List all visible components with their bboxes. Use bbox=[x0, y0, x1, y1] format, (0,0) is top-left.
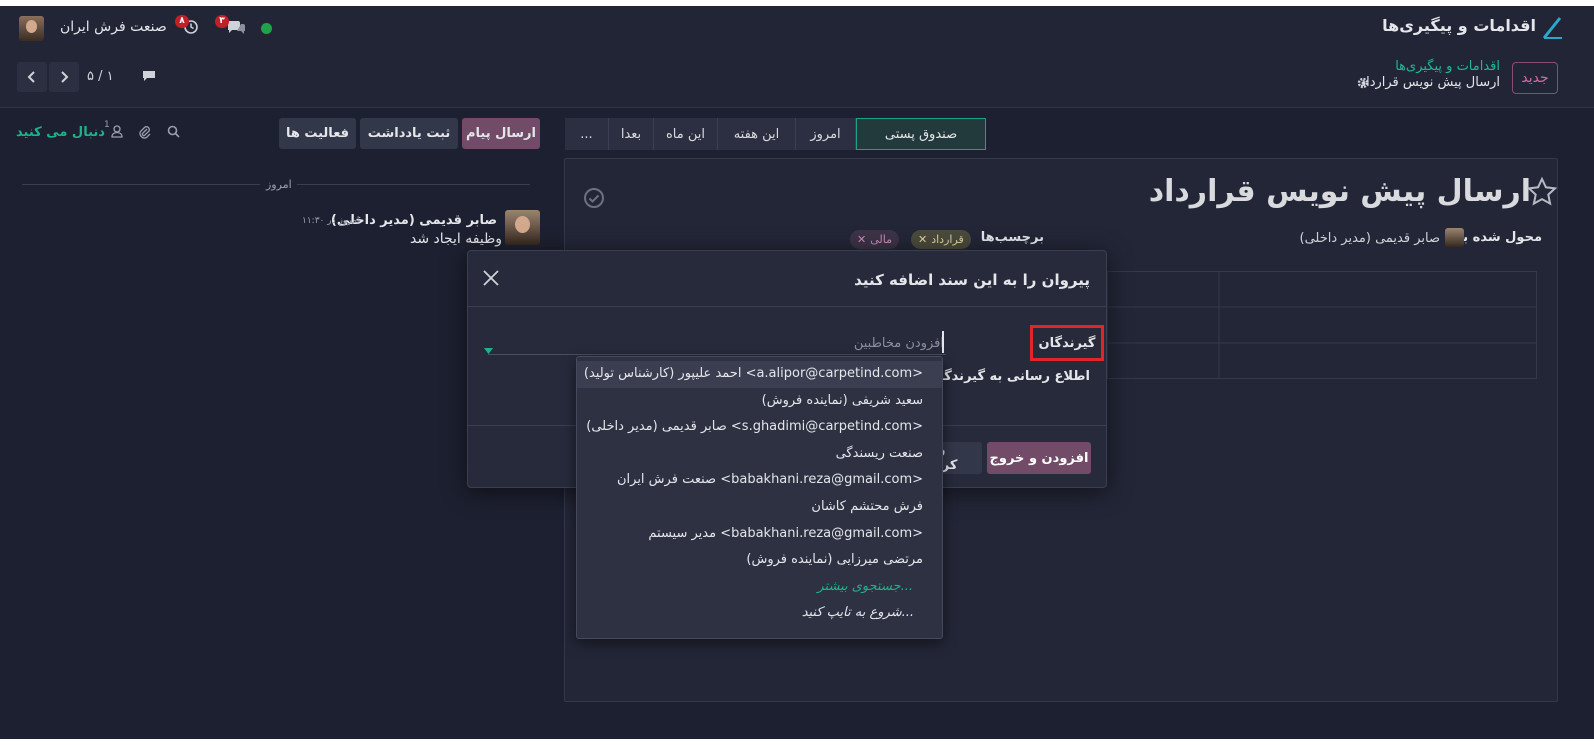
activity-badge: ۸ bbox=[175, 15, 189, 28]
assigned-user-avatar bbox=[1445, 228, 1464, 247]
close-icon[interactable] bbox=[482, 269, 500, 291]
control-panel: ۵ / ۱ جدید اقدامات و پیگیری‌ها ارسال پیش… bbox=[0, 52, 1594, 108]
dropdown-option[interactable]: احمد علیپور (کارشناس تولید) <a.alipor@ca… bbox=[577, 361, 942, 388]
breadcrumb-parent-link[interactable]: اقدامات و پیگیری‌ها bbox=[1395, 59, 1500, 74]
tag-remove-icon[interactable]: ✕ bbox=[857, 233, 866, 246]
new-button[interactable]: جدید bbox=[1512, 62, 1558, 94]
breadcrumb-current: ارسال پیش نویس قرارداد bbox=[1360, 75, 1500, 90]
dropdown-option[interactable]: صنعت ریسندگی bbox=[577, 441, 942, 468]
dropdown-option[interactable]: صابر قدیمی (مدیر داخلی) <s.ghadimi@carpe… bbox=[577, 414, 942, 441]
stage-statusbar: ... بعدا این ماه این هفته امروز صندوق پس… bbox=[565, 118, 986, 150]
dropdown-option[interactable]: مرتضی میرزایی (نماینده فروش) bbox=[577, 547, 942, 574]
app-window: صنعت فرش ایران ۸ ۳ اقدامات و پیگیری‌ها ۵… bbox=[0, 6, 1594, 739]
send-message-button[interactable]: ارسال پیام bbox=[462, 118, 540, 149]
search-icon[interactable] bbox=[167, 125, 180, 142]
assigned-to-value[interactable]: صابر قدیمی (مدیر داخلی) bbox=[1300, 231, 1441, 246]
text-cursor bbox=[942, 331, 944, 353]
online-status-dot bbox=[261, 23, 272, 34]
activities-button[interactable]: فعالیت ها bbox=[279, 118, 356, 149]
log-note-button[interactable]: ثبت یادداشت bbox=[360, 118, 458, 149]
pager-value[interactable]: ۵ / ۱ bbox=[87, 69, 114, 84]
chevron-right-icon bbox=[61, 71, 69, 83]
message-date: امروز در ۱۱:۳۰ bbox=[302, 216, 360, 226]
chat-bubbles-icon[interactable] bbox=[226, 19, 246, 39]
add-and-close-button[interactable]: افزودن و خروج bbox=[987, 442, 1091, 474]
tag-label: مالی bbox=[870, 233, 892, 246]
stage-this-month[interactable]: این ماه bbox=[654, 118, 718, 150]
caret-down-icon[interactable] bbox=[484, 343, 493, 358]
dialog-header: پیروان را به این سند اضافه کنید bbox=[468, 251, 1106, 307]
recipients-autocomplete-dropdown: احمد علیپور (کارشناس تولید) <a.alipor@ca… bbox=[576, 356, 943, 639]
gear-icon[interactable] bbox=[1357, 77, 1369, 93]
stage-later[interactable]: بعدا bbox=[609, 118, 654, 150]
app-logo-icon[interactable] bbox=[1542, 16, 1564, 40]
company-name[interactable]: صنعت فرش ایران bbox=[60, 19, 167, 35]
dialog-title: پیروان را به این سند اضافه کنید bbox=[854, 271, 1090, 289]
tag-finance[interactable]: ✕ مالی bbox=[850, 230, 899, 249]
date-divider-right bbox=[297, 184, 530, 185]
stage-this-week[interactable]: این هفته bbox=[718, 118, 796, 150]
dropdown-option[interactable]: فرش محتشم کاشان bbox=[577, 494, 942, 521]
tag-label: قرارداد bbox=[931, 233, 964, 246]
messages-badge: ۳ bbox=[215, 15, 229, 28]
pager-prev-button[interactable] bbox=[17, 62, 47, 92]
followers-user-icon[interactable] bbox=[111, 125, 123, 142]
chevron-left-icon bbox=[27, 71, 35, 83]
top-navbar: صنعت فرش ایران ۸ ۳ اقدامات و پیگیری‌ها bbox=[0, 6, 1594, 52]
dropdown-option[interactable]: صنعت فرش ایران <babakhani.reza@gmail.com… bbox=[577, 467, 942, 494]
dropdown-option[interactable]: مدیر سیستم <babakhani.reza@gmail.com> bbox=[577, 521, 942, 548]
app-title[interactable]: اقدامات و پیگیری‌ها bbox=[1382, 16, 1536, 35]
user-avatar[interactable] bbox=[19, 16, 44, 41]
record-title[interactable]: ارسال پیش نویس قرارداد bbox=[1149, 174, 1531, 209]
stage-inbox[interactable]: صندوق پستی bbox=[856, 118, 986, 150]
tag-remove-icon[interactable]: ✕ bbox=[918, 233, 927, 246]
date-divider-left bbox=[22, 184, 260, 185]
search-more-option[interactable]: جستجوی بیشتر... bbox=[577, 574, 942, 601]
date-separator: امروز bbox=[266, 178, 292, 191]
assigned-to-label: محول شده به bbox=[1455, 230, 1542, 245]
dropdown-option[interactable]: سعید شریفی (نماینده فروش) bbox=[577, 388, 942, 415]
star-icon[interactable] bbox=[1526, 176, 1558, 212]
message-author-avatar[interactable] bbox=[505, 210, 540, 245]
paperclip-icon[interactable] bbox=[138, 125, 151, 143]
notify-recipients-label: اطلاع رسانی به گیرندگان bbox=[928, 369, 1090, 384]
pager-next-button[interactable] bbox=[49, 62, 79, 92]
tag-contract[interactable]: ✕ قرارداد bbox=[911, 230, 971, 249]
following-toggle[interactable]: دنبال می کنید bbox=[16, 125, 105, 140]
mark-done-check-icon[interactable] bbox=[583, 187, 605, 213]
message-body: وظیفه ایجاد شد bbox=[409, 231, 502, 247]
form-grid-lines bbox=[1107, 271, 1537, 379]
recipients-input[interactable] bbox=[488, 333, 946, 355]
tags-label: برچسب‌ها bbox=[980, 230, 1044, 245]
stage-today[interactable]: امروز bbox=[796, 118, 856, 150]
recipients-label: گیرندگان bbox=[1030, 325, 1104, 361]
start-typing-hint: شروع به تایپ کنید... bbox=[801, 605, 914, 621]
stage-more[interactable]: ... bbox=[565, 118, 609, 150]
chatter-toggle-icon[interactable] bbox=[142, 70, 156, 86]
